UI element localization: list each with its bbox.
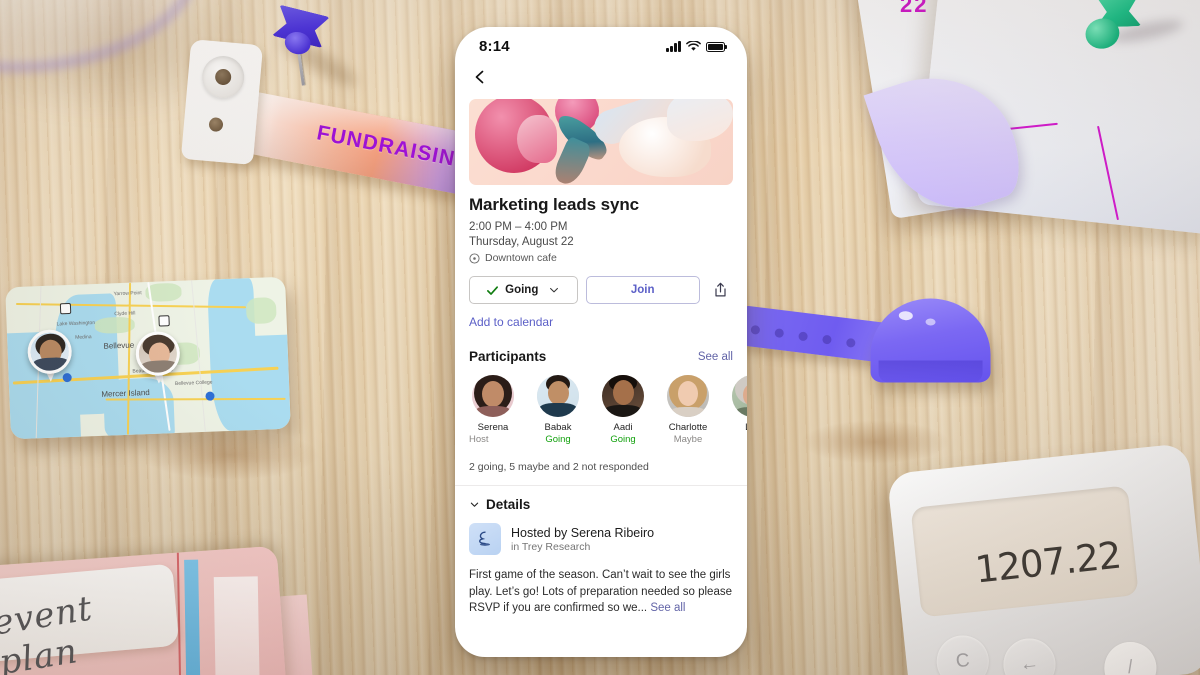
details-heading: Details xyxy=(486,497,531,512)
cellular-signal-icon xyxy=(666,40,681,52)
participants-header: Participants See all xyxy=(469,349,733,364)
participant-status: Host xyxy=(469,434,489,445)
participant-status: Ma xyxy=(729,434,747,445)
smartphone-mockup: 8:14 Marketing leads sync 2:00 PM – 4:00… xyxy=(455,27,747,657)
participant-item[interactable]: Lau Ma xyxy=(729,375,747,445)
participant-name: Serena xyxy=(477,422,509,433)
rsvp-going-button[interactable]: Going xyxy=(469,276,578,304)
chevron-down-icon xyxy=(550,287,559,293)
join-button[interactable]: Join xyxy=(585,276,700,304)
participants-summary: 2 going, 5 maybe and 2 not responded xyxy=(469,461,649,473)
rsvp-going-label: Going xyxy=(505,284,539,296)
host-name: Hosted by Serena Ribeiro xyxy=(511,525,655,540)
host-row[interactable]: Hosted by Serena Ribeiro in Trey Researc… xyxy=(469,523,733,555)
face-body xyxy=(736,407,747,417)
participant-status: Going xyxy=(545,434,571,445)
hero-blob xyxy=(517,115,557,163)
participant-item[interactable]: Charlotte Maybe xyxy=(664,375,712,445)
organization-avatar-icon xyxy=(469,523,501,555)
face-sprite xyxy=(602,375,644,417)
avatar xyxy=(667,375,709,417)
status-bar-time: 8:14 xyxy=(479,37,510,55)
participant-item[interactable]: Babak Going xyxy=(534,375,582,445)
hero-blob xyxy=(550,135,594,185)
chevron-left-icon[interactable] xyxy=(469,66,491,88)
face-sprite xyxy=(537,375,579,417)
event-time-range: 2:00 PM – 4:00 PM xyxy=(469,221,568,233)
battery-icon xyxy=(706,41,728,52)
face-skin xyxy=(678,381,698,406)
location-pin-icon xyxy=(469,252,480,264)
avatar xyxy=(537,375,579,417)
checkmark-icon xyxy=(487,285,499,295)
participants-see-all-link[interactable]: See all xyxy=(698,351,733,363)
face-skin xyxy=(548,381,569,405)
add-to-calendar-link[interactable]: Add to calendar xyxy=(469,315,733,329)
avatar xyxy=(732,375,747,417)
face-sprite xyxy=(667,375,709,417)
participant-item[interactable]: Aadi Going xyxy=(599,375,647,445)
face-body xyxy=(539,403,577,417)
status-bar-icons xyxy=(666,40,728,52)
description-see-all-link[interactable]: See all xyxy=(650,602,685,614)
status-bar: 8:14 xyxy=(455,27,747,59)
details-header[interactable]: Details xyxy=(469,497,733,512)
share-icon[interactable] xyxy=(708,277,733,303)
participant-name: Lau xyxy=(729,422,747,433)
participant-name: Babak xyxy=(544,422,572,433)
participant-status: Maybe xyxy=(673,434,703,445)
face-body xyxy=(671,407,705,417)
event-description: First game of the season. Can’t wait to … xyxy=(469,567,733,617)
event-hero-image xyxy=(469,99,733,185)
participant-name: Aadi xyxy=(613,422,633,433)
host-text: Hosted by Serena Ribeiro in Trey Researc… xyxy=(511,526,654,553)
event-date: Thursday, August 22 xyxy=(469,236,574,248)
face-sprite xyxy=(732,375,747,417)
face-skin xyxy=(613,380,634,405)
participants-heading: Participants xyxy=(469,349,547,364)
event-description-text: First game of the season. Can’t wait to … xyxy=(469,569,732,614)
face-skin xyxy=(482,381,504,407)
event-location-label: Downtown cafe xyxy=(485,252,557,264)
participant-item[interactable]: Serena Host xyxy=(469,375,517,445)
host-organization: in Trey Research xyxy=(511,540,591,553)
face-sprite xyxy=(472,375,514,417)
event-title: Marketing leads sync xyxy=(469,195,639,214)
nav-bar xyxy=(455,59,747,95)
event-content: Marketing leads sync 2:00 PM – 4:00 PM T… xyxy=(455,185,747,617)
chevron-down-icon xyxy=(470,502,479,507)
participant-status: Going xyxy=(610,434,636,445)
wifi-icon xyxy=(686,40,701,51)
face-body xyxy=(476,406,510,417)
event-location: Downtown cafe xyxy=(469,252,733,264)
face-body xyxy=(605,405,641,417)
avatar xyxy=(472,375,514,417)
participant-name: Charlotte xyxy=(668,422,708,433)
section-divider xyxy=(455,485,747,486)
hero-blob xyxy=(667,99,733,141)
participants-list: Serena Host Babak Going Aadi Going Charl… xyxy=(469,375,747,445)
action-buttons: Going Join xyxy=(469,276,733,304)
avatar xyxy=(602,375,644,417)
